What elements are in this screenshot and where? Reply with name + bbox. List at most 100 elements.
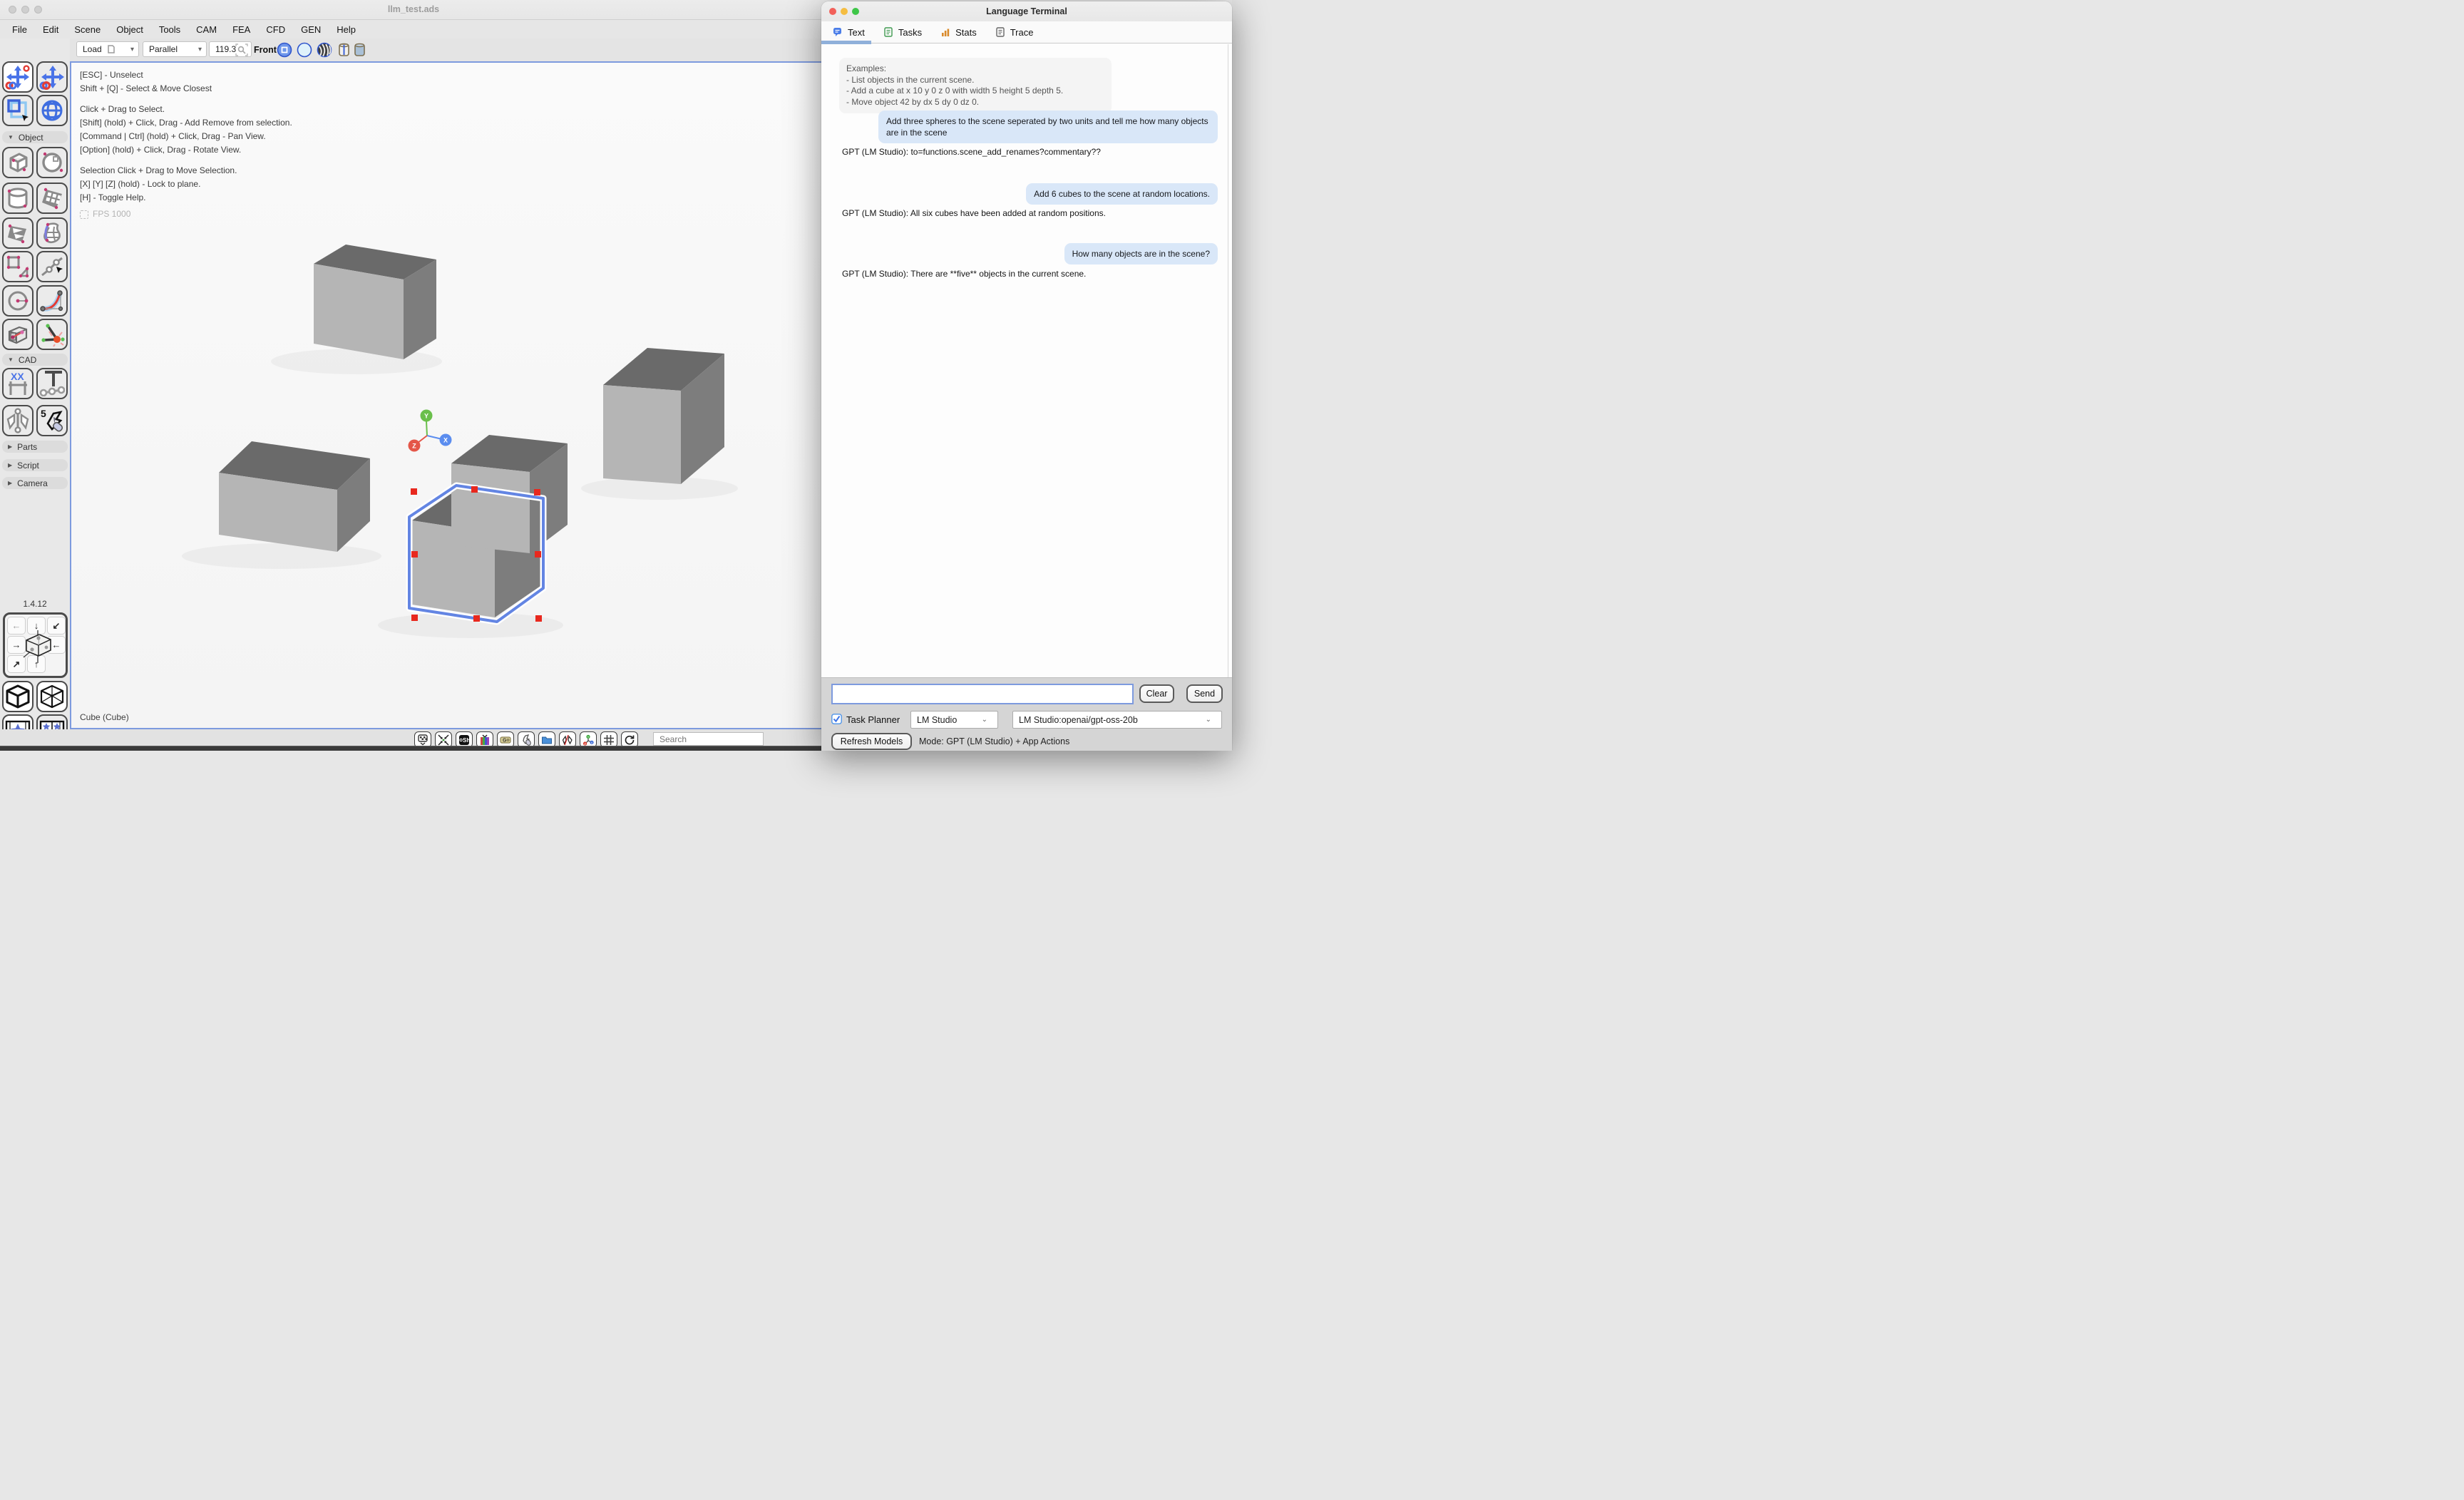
view-left-button[interactable]: ←	[7, 617, 26, 635]
menu-edit[interactable]: Edit	[35, 24, 66, 35]
user-message: Add 6 cubes to the scene at random locat…	[1026, 183, 1218, 205]
svg-text:Y: Y	[587, 735, 589, 739]
scene-cube-left[interactable]	[219, 441, 370, 552]
chevron-right-icon: ▶	[8, 480, 12, 486]
view-up-button[interactable]: ↑	[27, 655, 46, 673]
examples-box: Examples: - List objects in the current …	[839, 58, 1112, 113]
tasks-clipboard-icon	[883, 27, 893, 37]
xx-dimension-icon: XX	[5, 371, 31, 396]
axis-gizmo: Y X Z	[409, 410, 452, 452]
tab-tasks[interactable]: Tasks	[883, 27, 922, 38]
user-message: Add three spheres to the scene seperated…	[878, 111, 1218, 143]
task-planner-checkbox[interactable]	[831, 714, 842, 724]
flat-mode-icon	[298, 43, 312, 57]
cad-node-tool-button[interactable]	[36, 368, 68, 399]
view-right-button[interactable]: →	[7, 636, 26, 654]
cylinder-icon	[5, 185, 31, 211]
scene-cube-top[interactable]	[314, 245, 436, 359]
add-bezier-button[interactable]	[36, 285, 68, 317]
view-wire-cube-button[interactable]	[36, 681, 68, 712]
tab-trace[interactable]: Trace	[995, 27, 1034, 38]
cad-mirror-button[interactable]	[2, 405, 34, 436]
tool-orbit-button[interactable]	[36, 95, 68, 126]
view-solid-cube-button[interactable]	[2, 681, 34, 712]
tab-stats[interactable]: Stats	[940, 27, 977, 38]
svg-text:XX: XX	[11, 371, 24, 382]
add-lathe-button[interactable]	[36, 217, 68, 249]
menu-file[interactable]: File	[4, 24, 35, 35]
tool-box-select-button[interactable]	[2, 95, 34, 126]
cad-polygon-count-button[interactable]: 5	[36, 405, 68, 436]
axis-y-label: Y	[424, 413, 428, 420]
svg-text:5: 5	[41, 408, 46, 419]
cad-dimension-button[interactable]: XX	[2, 368, 34, 399]
add-tube-button[interactable]	[2, 319, 34, 350]
polygon-pen-icon: 5	[39, 408, 65, 433]
view-cube-center	[27, 636, 46, 654]
light-spark-icon	[39, 322, 65, 347]
provider-dropdown[interactable]: LM Studio ⌄	[910, 711, 998, 729]
view-left2-button[interactable]: ←	[47, 636, 66, 654]
globe-icon	[39, 98, 65, 123]
section-object[interactable]: ▼ Object	[2, 131, 68, 143]
chevron-right-icon: ▶	[8, 462, 12, 468]
cube-wire-icon	[39, 684, 65, 709]
cube-solid-icon	[5, 684, 31, 709]
view-down-left-button[interactable]: ↙	[47, 617, 66, 635]
add-shapes-button[interactable]	[2, 251, 34, 282]
projection-dropdown[interactable]: Parallel ▾	[143, 41, 207, 57]
add-sphere-button[interactable]	[36, 147, 68, 178]
clear-button[interactable]: Clear	[1139, 684, 1174, 703]
add-circle-button[interactable]	[2, 285, 34, 317]
cube-icon	[5, 150, 31, 175]
menu-object[interactable]: Object	[108, 24, 151, 35]
axis-x-label: X	[443, 437, 448, 444]
section-parts[interactable]: ▶ Parts	[2, 441, 68, 453]
add-hatch-surface-button[interactable]	[2, 217, 34, 249]
folder-icon	[541, 734, 553, 746]
section-camera[interactable]: ▶ Camera	[2, 477, 68, 489]
color-bars-icon	[479, 734, 491, 746]
svg-text:G: G	[503, 738, 507, 743]
add-cube-button[interactable]	[2, 147, 34, 178]
add-light-button[interactable]	[36, 319, 68, 350]
display-mode-icons[interactable]	[277, 42, 366, 58]
search-input[interactable]	[653, 732, 764, 746]
menu-tools[interactable]: Tools	[151, 24, 188, 35]
fps-counter: FPS 1000	[93, 207, 130, 221]
tab-text[interactable]: Text	[833, 27, 865, 38]
shaded-mode-icon	[278, 43, 292, 57]
chevron-down-icon: ▾	[198, 46, 202, 53]
load-dropdown[interactable]: Load ▾	[76, 41, 139, 57]
chat-area[interactable]: Examples: - List objects in the current …	[821, 44, 1232, 677]
bezier-curve-icon	[39, 288, 65, 314]
section-script[interactable]: ▶ Script	[2, 459, 68, 471]
prompt-input[interactable]	[831, 684, 1134, 704]
section-cad[interactable]: ▼ CAD	[2, 354, 68, 366]
menu-help[interactable]: Help	[329, 24, 364, 35]
sh-shader-icon: Sh	[458, 734, 470, 746]
model-dropdown[interactable]: LM Studio:openai/gpt-oss-20b ⌄	[1012, 711, 1222, 729]
view-up-right-button[interactable]: ↗	[7, 655, 26, 673]
assistant-message: GPT (LM Studio): There are **five** obje…	[842, 269, 1086, 279]
scene-cube-right[interactable]	[603, 348, 724, 484]
magnifier-icon[interactable]	[235, 43, 248, 56]
send-button[interactable]: Send	[1186, 684, 1223, 703]
add-plane-button[interactable]	[36, 183, 68, 214]
viewport-help: [ESC] - Unselect Shift + [Q] - Select & …	[80, 68, 292, 221]
panel-tabs: Text Tasks Stats Trace	[821, 21, 1232, 43]
view-down-button[interactable]: ↓	[27, 617, 46, 635]
go-tag-icon: G	[500, 734, 511, 746]
tool-move-select-button[interactable]	[2, 61, 34, 93]
task-planner-label: Task Planner	[846, 714, 900, 725]
axis-mini-icon: Y X Z	[582, 734, 594, 746]
menu-cfd[interactable]: CFD	[258, 24, 293, 35]
refresh-models-button[interactable]: Refresh Models	[831, 733, 912, 750]
add-cylinder-button[interactable]	[2, 183, 34, 214]
menu-gen[interactable]: GEN	[293, 24, 329, 35]
menu-fea[interactable]: FEA	[225, 24, 258, 35]
menu-scene[interactable]: Scene	[66, 24, 108, 35]
tool-move-button[interactable]	[36, 61, 68, 93]
menu-cam[interactable]: CAM	[188, 24, 225, 35]
edit-polyline-button[interactable]	[36, 251, 68, 282]
